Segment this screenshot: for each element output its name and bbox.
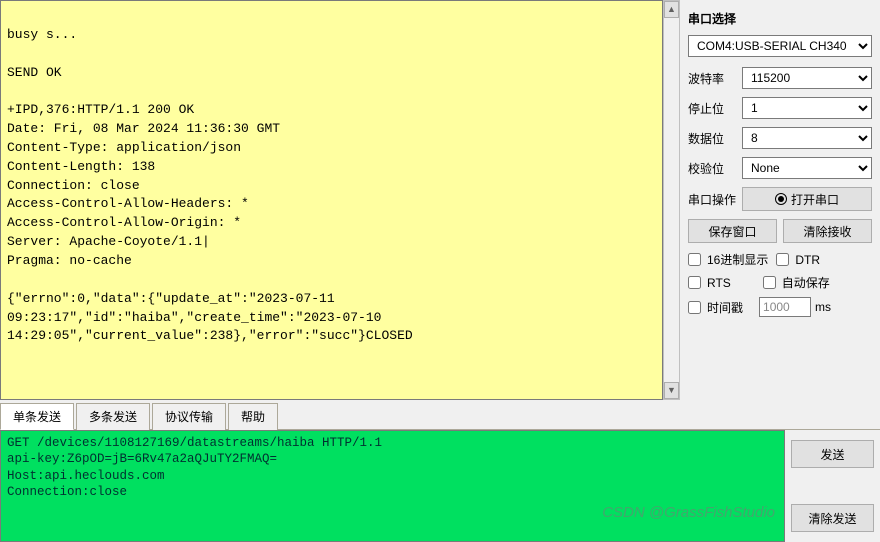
tab-help[interactable]: 帮助 — [228, 403, 278, 430]
timestamp-checkbox[interactable] — [688, 301, 701, 314]
autosave-checkbox[interactable] — [763, 276, 776, 289]
open-port-label: 打开串口 — [791, 191, 839, 208]
parity-label: 校验位 — [688, 160, 736, 177]
rts-checkbox[interactable] — [688, 276, 701, 289]
scroll-down-button[interactable]: ▼ — [664, 382, 679, 399]
tab-single-send[interactable]: 单条发送 — [0, 403, 74, 430]
hex-display-label: 16进制显示 — [707, 251, 768, 268]
tab-multi-send[interactable]: 多条发送 — [76, 403, 150, 430]
stopbits-label: 停止位 — [688, 100, 736, 117]
port-op-label: 串口操作 — [688, 191, 736, 208]
send-button[interactable]: 发送 — [791, 440, 874, 468]
baud-label: 波特率 — [688, 70, 736, 87]
timestamp-label: 时间戳 — [707, 299, 743, 316]
save-window-button[interactable]: 保存窗口 — [688, 219, 777, 243]
receive-scrollbar[interactable]: ▲ ▼ — [663, 0, 680, 400]
clear-receive-button[interactable]: 清除接收 — [783, 219, 872, 243]
open-port-button[interactable]: 打开串口 — [742, 187, 872, 211]
port-status-icon — [775, 193, 787, 205]
send-buttons-panel: 发送 清除发送 — [785, 430, 880, 542]
scroll-track[interactable] — [664, 18, 679, 382]
receive-textarea[interactable]: busy s... SEND OK +IPD,376:HTTP/1.1 200 … — [0, 0, 663, 400]
databits-select[interactable]: 8 — [742, 127, 872, 149]
port-select[interactable]: COM4:USB-SERIAL CH340 — [688, 35, 872, 57]
settings-panel: 串口选择 COM4:USB-SERIAL CH340 波特率 115200 停止… — [680, 0, 880, 400]
tab-protocol[interactable]: 协议传输 — [152, 403, 226, 430]
databits-label: 数据位 — [688, 130, 736, 147]
interval-unit: ms — [815, 300, 831, 314]
send-tabs: 单条发送 多条发送 协议传输 帮助 — [0, 402, 880, 430]
dtr-checkbox[interactable] — [776, 253, 789, 266]
port-section-title: 串口选择 — [688, 10, 872, 27]
clear-send-button[interactable]: 清除发送 — [791, 504, 874, 532]
autosave-label: 自动保存 — [782, 274, 830, 291]
stopbits-select[interactable]: 1 — [742, 97, 872, 119]
send-textarea[interactable]: GET /devices/1108127169/datastreams/haib… — [0, 430, 785, 542]
parity-select[interactable]: None — [742, 157, 872, 179]
hex-display-checkbox[interactable] — [688, 253, 701, 266]
interval-input[interactable] — [759, 297, 811, 317]
rts-label: RTS — [707, 276, 731, 290]
scroll-up-button[interactable]: ▲ — [664, 1, 679, 18]
baud-select[interactable]: 115200 — [742, 67, 872, 89]
dtr-label: DTR — [795, 253, 820, 267]
